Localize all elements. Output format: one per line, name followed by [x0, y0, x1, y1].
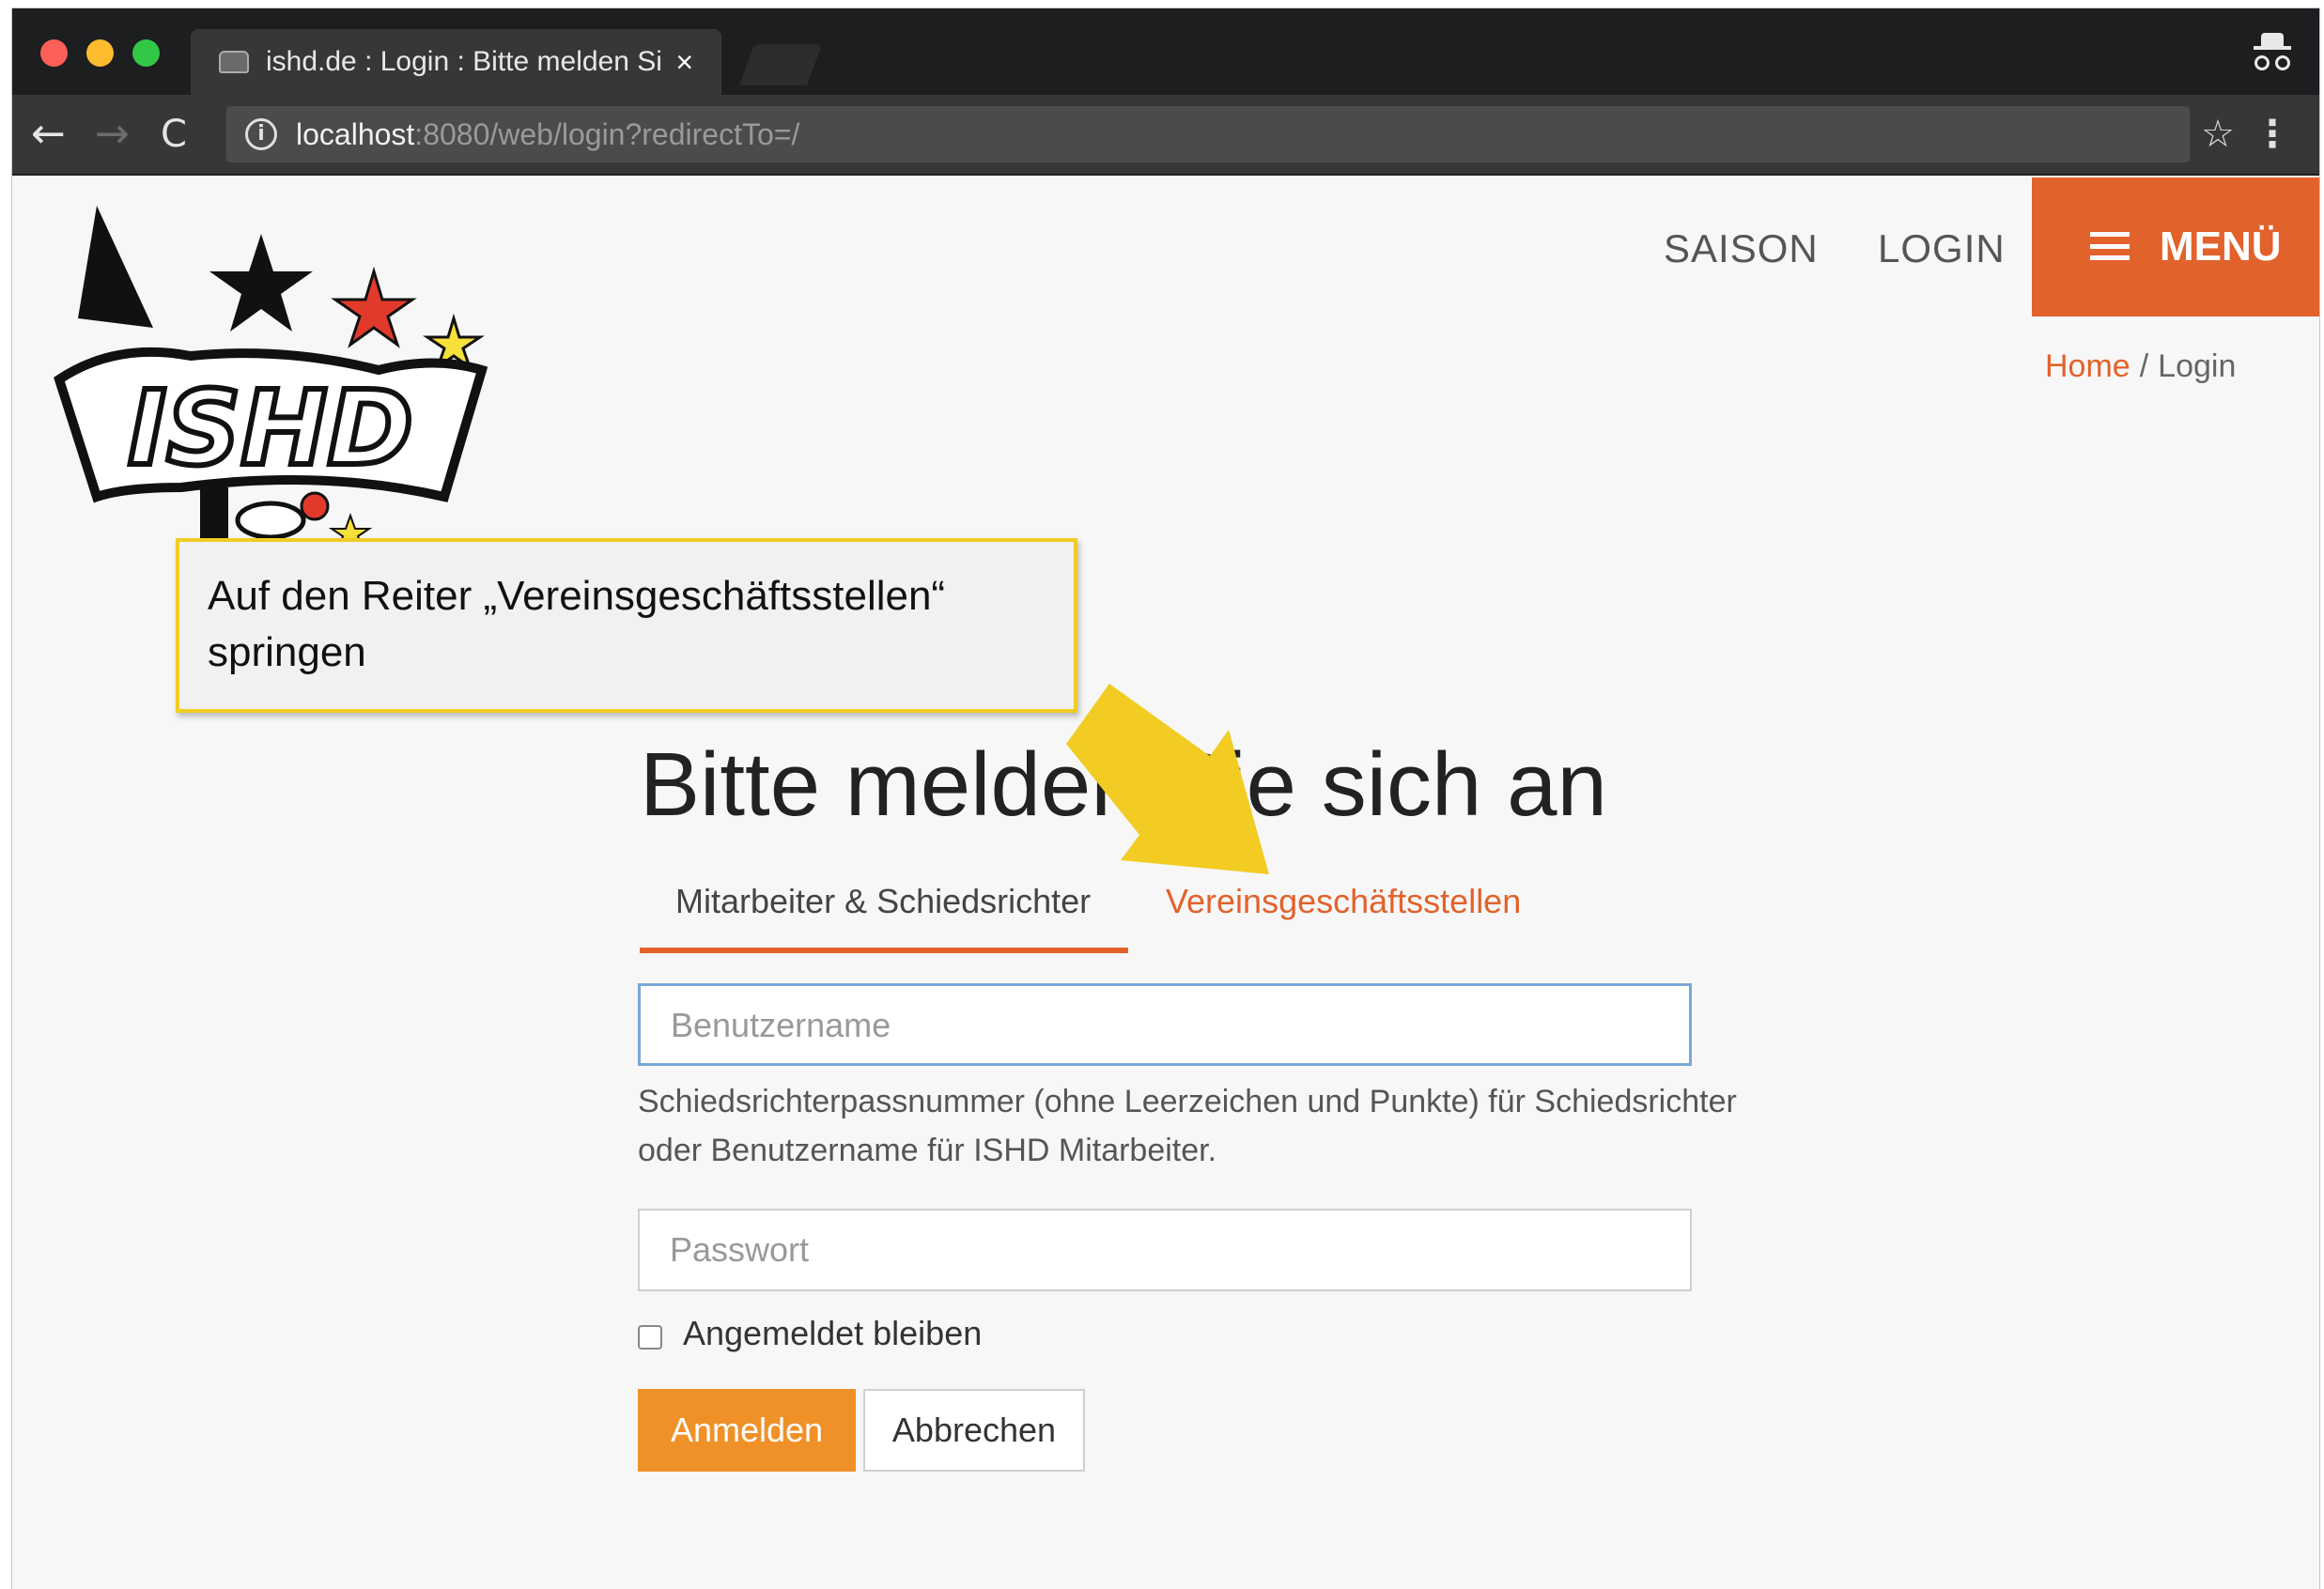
new-tab-button[interactable] — [738, 44, 823, 85]
bookmark-star-icon[interactable]: ☆ — [2201, 108, 2235, 161]
menu-button[interactable]: MENÜ — [2032, 177, 2319, 316]
username-help-text: Schiedsrichterpassnummer (ohne Leerzeich… — [638, 1084, 1737, 1168]
browser-menu-icon[interactable]: ⋮ — [2254, 108, 2291, 161]
ishd-logo[interactable]: ISHD — [40, 206, 529, 563]
browser-tab[interactable]: ishd.de : Login : Bitte melden Sie sich … — [191, 29, 721, 95]
breadcrumb-separator: / — [2139, 348, 2149, 384]
active-tab-indicator — [640, 948, 1128, 953]
window-close-button[interactable] — [40, 39, 68, 67]
tab-title: ishd.de : Login : Bitte melden Sie sich … — [266, 46, 660, 77]
username-input[interactable]: Benutzername — [638, 983, 1692, 1066]
nav-link-login[interactable]: LOGIN — [1878, 226, 2006, 271]
browser-window: ishd.de : Login : Bitte melden Sie sich … — [11, 8, 2320, 1589]
window-zoom-button[interactable] — [132, 39, 160, 67]
remember-me-label[interactable]: Angemeldet bleiben — [683, 1314, 982, 1353]
web-page: ISHD SAISON LOGIN MENÜ Home / Login Bitte … — [12, 177, 2319, 1589]
url-text: localhost:8080/web/login?redirectTo=/ — [296, 117, 800, 151]
login-submit-button[interactable]: Anmelden — [638, 1389, 856, 1472]
remember-me-checkbox[interactable] — [638, 1325, 662, 1350]
breadcrumb-home-link[interactable]: Home — [2045, 348, 2130, 384]
tab-mitarbeiter-schiedsrichter[interactable]: Mitarbeiter & Schiedsrichter — [675, 882, 1091, 921]
tab-close-icon[interactable]: × — [675, 29, 693, 95]
tutorial-callout: Auf den Reiter „Vereinsgeschäftsstellen“… — [176, 538, 1077, 713]
browser-tab-bar: ishd.de : Login : Bitte melden Sie sich … — [12, 8, 2319, 95]
window-minimize-button[interactable] — [86, 39, 114, 67]
hamburger-icon — [2090, 232, 2130, 261]
tab-vereinsgeschaeftsstellen[interactable]: Vereinsgeschäftsstellen — [1166, 882, 1521, 921]
password-input[interactable]: Passwort — [638, 1209, 1692, 1291]
incognito-icon — [2250, 31, 2297, 76]
browser-toolbar: ← → C i localhost:8080/web/login?redirec… — [12, 95, 2319, 176]
breadcrumb: Home / Login — [2045, 348, 2236, 385]
back-arrow-icon[interactable]: ← — [31, 108, 66, 161]
cancel-button[interactable]: Abbrechen — [863, 1389, 1085, 1472]
reload-icon[interactable]: C — [161, 108, 187, 161]
info-icon[interactable]: i — [245, 118, 277, 150]
forward-arrow-icon[interactable]: → — [95, 108, 130, 161]
nav-link-saison[interactable]: SAISON — [1664, 226, 1819, 271]
page-title: Bitte melden Sie sich an — [640, 734, 1607, 835]
breadcrumb-current: Login — [2158, 348, 2237, 384]
site-favicon-icon — [219, 51, 249, 73]
menu-label: MENÜ — [2160, 224, 2282, 270]
logo-text: ISHD — [128, 368, 413, 488]
address-bar[interactable]: i localhost:8080/web/login?redirectTo=/ — [226, 106, 2190, 162]
